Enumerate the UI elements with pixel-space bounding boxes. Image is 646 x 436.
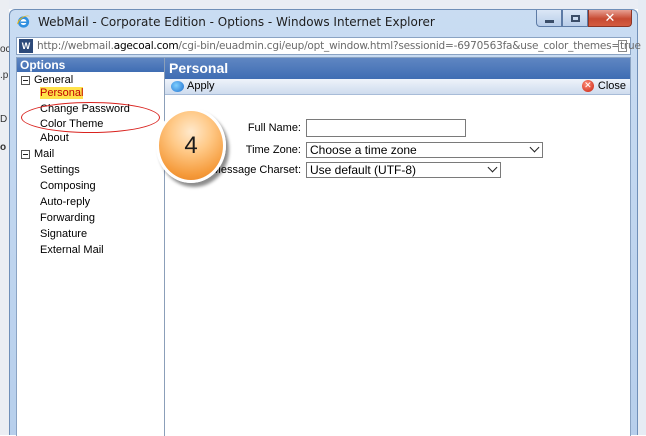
url-prefix: http://webmail.: [37, 40, 114, 52]
maximize-button[interactable]: [562, 10, 588, 27]
maximize-icon: [570, 14, 580, 22]
page-status-icon: [618, 40, 627, 52]
tree-item-signature[interactable]: Signature: [40, 228, 87, 240]
tree-item-label: Signature: [40, 228, 88, 240]
close-window-button[interactable]: ✕: [588, 10, 632, 27]
window-controls: ✕: [536, 10, 632, 28]
tree-item-color-theme[interactable]: Color Theme: [40, 118, 103, 130]
tree-item-change-password[interactable]: Change Password: [40, 103, 130, 115]
options-pane: Options General Personal Change Password…: [17, 58, 165, 436]
title-bar[interactable]: WebMail - Corporate Edition - Options - …: [10, 10, 637, 34]
url-text[interactable]: http://webmail.agecoal.com/cgi-bin/euadm…: [37, 40, 641, 52]
close-circle-icon: ✕: [581, 80, 594, 92]
tree-item-label: Personal: [40, 87, 84, 99]
tree-item-about[interactable]: About: [40, 132, 69, 144]
tree-item-label: External Mail: [40, 244, 104, 256]
apply-icon: [171, 80, 184, 92]
tree-item-personal[interactable]: Personal: [40, 87, 84, 99]
background-page-top: [0, 0, 646, 9]
address-bar[interactable]: W http://webmail.agecoal.com/cgi-bin/eua…: [16, 37, 641, 55]
window-title: WebMail - Corporate Edition - Options - …: [38, 15, 435, 29]
tree-item-auto-reply[interactable]: Auto-reply: [40, 196, 90, 208]
toolbar: Apply ✕ Close: [165, 79, 630, 95]
full-name-row: Full Name:: [165, 119, 630, 137]
tree-item-external-mail[interactable]: External Mail: [40, 244, 104, 256]
tree-item-label: Forwarding: [40, 212, 96, 224]
tree-group-label: Mail: [34, 148, 55, 160]
message-charset-select[interactable]: Use default (UTF-8): [306, 162, 501, 178]
time-zone-value: Choose a time zone: [310, 143, 417, 157]
page-content: Options General Personal Change Password…: [16, 57, 631, 436]
url-domain: agecoal.com: [113, 40, 179, 52]
message-charset-value: Use default (UTF-8): [310, 163, 417, 177]
internet-explorer-icon: [16, 15, 31, 28]
close-icon: ✕: [604, 10, 616, 26]
personal-header: Personal: [165, 58, 630, 79]
chevron-down-icon: [529, 142, 540, 153]
chevron-down-icon: [487, 162, 498, 173]
background-text: .p: [0, 70, 9, 81]
tree-item-label: Auto-reply: [40, 196, 91, 208]
tree-item-forwarding[interactable]: Forwarding: [40, 212, 95, 224]
tree-item-composing[interactable]: Composing: [40, 180, 96, 192]
background-text: D: [0, 114, 8, 125]
close-button[interactable]: ✕ Close: [581, 80, 626, 92]
minimize-icon: [544, 19, 554, 23]
message-charset-row: Message Charset: Use default (UTF-8): [165, 162, 630, 180]
tree-item-label: About: [40, 132, 69, 144]
tree-group-general[interactable]: General: [21, 74, 73, 86]
close-label: Close: [597, 80, 626, 92]
collapse-icon[interactable]: [21, 75, 30, 85]
options-header: Options: [17, 58, 164, 72]
background-text: o: [0, 142, 7, 153]
tree-item-label: Color Theme: [40, 118, 104, 130]
personal-pane: Personal Apply ✕ Close Full Name: Time Z…: [165, 58, 630, 436]
url-path: /cgi-bin/euadmin.cgi/eup/opt_window.html…: [178, 40, 641, 52]
background-page-left: oc .p D o: [0, 0, 11, 435]
minimize-button[interactable]: [536, 10, 562, 27]
tree-group-mail[interactable]: Mail: [21, 148, 54, 160]
site-favicon-icon: W: [19, 39, 33, 53]
step-number-badge: 4: [156, 108, 226, 183]
time-zone-select[interactable]: Choose a time zone: [306, 142, 543, 158]
tree-item-settings[interactable]: Settings: [40, 164, 80, 176]
tree-item-label: Change Password: [40, 103, 130, 115]
apply-button[interactable]: Apply: [171, 80, 215, 92]
tree-item-label: Composing: [40, 180, 96, 192]
apply-label: Apply: [187, 80, 215, 92]
collapse-icon[interactable]: [21, 149, 30, 159]
browser-window: WebMail - Corporate Edition - Options - …: [9, 9, 641, 436]
background-page-right: [638, 0, 646, 435]
tree-group-label: General: [34, 74, 74, 86]
time-zone-row: Time Zone: Choose a time zone: [165, 142, 630, 160]
tree-item-label: Settings: [40, 164, 80, 176]
full-name-field[interactable]: [306, 119, 466, 137]
